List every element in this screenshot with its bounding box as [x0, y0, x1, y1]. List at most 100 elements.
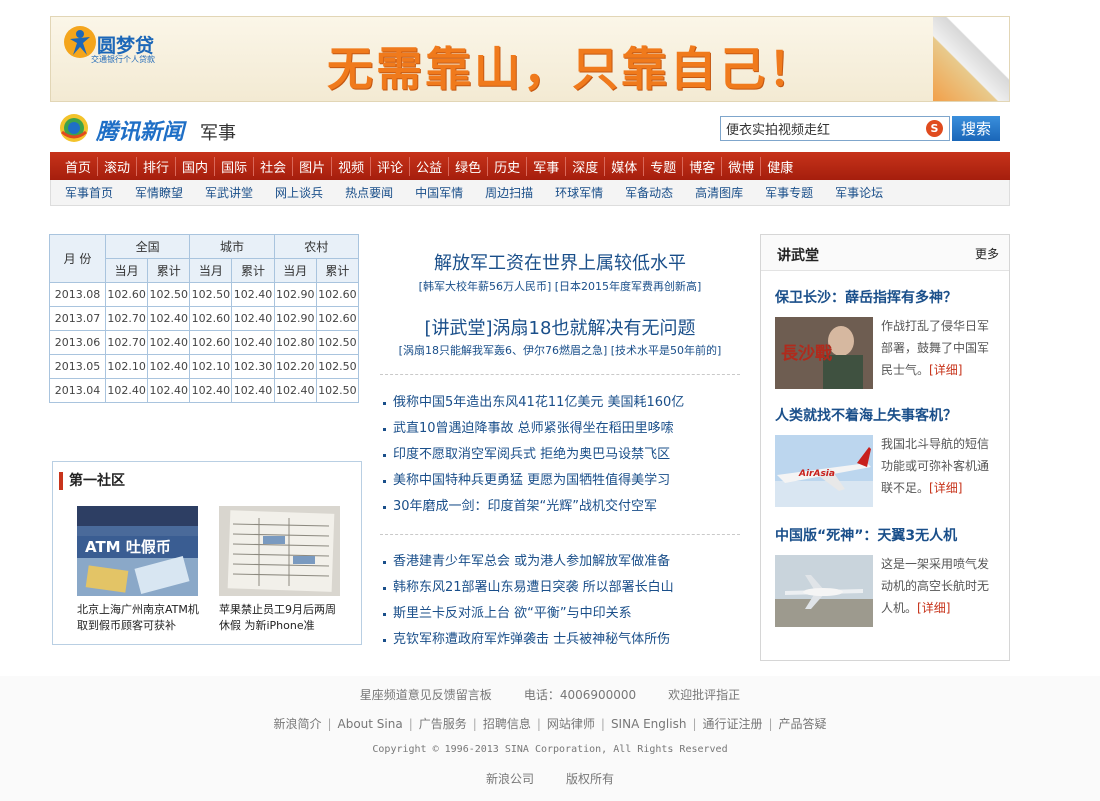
changsha-battle-thumb[interactable]: 長沙戰: [775, 317, 873, 389]
footer-link[interactable]: 通行证注册: [702, 717, 762, 731]
table-row: 2013.08 102.60 102.50 102.50 102.40 102.90 102…: [49, 282, 360, 307]
main-nav-item[interactable]: 专题: [643, 156, 682, 176]
main-nav-item[interactable]: 健康: [760, 156, 799, 176]
community-caption[interactable]: 北京上海广州南京ATM机取到假币顾客可获补: [77, 602, 203, 634]
news-item[interactable]: 武直10曾遇迫降事故 总师紧张得坐在稻田里哆嗦: [381, 416, 741, 442]
panel-header: 讲武堂 更多: [761, 235, 1009, 271]
divider: [380, 534, 740, 535]
side-item-title[interactable]: 中国版“死神”：天翼3无人机: [775, 525, 957, 545]
footer-link[interactable]: 新浪公司: [486, 772, 534, 786]
headline-1[interactable]: 解放军工资在世界上属较低水平: [380, 249, 740, 275]
footer-link[interactable]: 招聘信息: [483, 717, 531, 731]
news-item[interactable]: 斯里兰卡反对派上台 欲“平衡”与中印关系: [381, 601, 741, 627]
community-title[interactable]: 第一社区: [59, 472, 125, 490]
news-item[interactable]: 印度不愿取消空军阅兵式 拒绝为奥巴马设禁飞区: [381, 442, 741, 468]
footer: 星座频道意见反馈留言板 电话：4006900000 欢迎批评指正 新浪简介 | Abou…: [0, 676, 1100, 801]
airasia-plane-thumb[interactable]: AirAsia: [775, 435, 873, 507]
channel-name[interactable]: 军事: [200, 119, 236, 145]
main-nav-item[interactable]: 历史: [487, 156, 526, 176]
news-item[interactable]: 美称中国特种兵更勇猛 更愿为国牺牲值得美学习: [381, 468, 741, 494]
sub-nav-item[interactable]: 中国军情: [415, 184, 463, 201]
thumb-overlay-text: 長沙戰: [781, 343, 832, 364]
atm-counterfeit-photo[interactable]: ATM 吐假币: [77, 506, 198, 596]
side-item-title[interactable]: 人类就找不着海上失事客机？: [775, 405, 957, 425]
table-body: 2013.08 102.60 102.50 102.50 102.40 102.90 102…: [49, 282, 360, 403]
sub-nav-item[interactable]: 军武讲堂: [205, 184, 253, 201]
community-caption[interactable]: 苹果禁止员工9月后两周休假 为新iPhone准: [219, 602, 345, 634]
sub-nav-item[interactable]: 军事论坛: [835, 184, 883, 201]
sub-nav-item[interactable]: 热点要闻: [345, 184, 393, 201]
site-name[interactable]: 腾讯新闻: [96, 114, 184, 146]
main-nav-item[interactable]: 深度: [565, 156, 604, 176]
sub-nav-item[interactable]: 高清图库: [695, 184, 743, 201]
value-cell: 102.40: [273, 378, 317, 403]
main-nav-item[interactable]: 国内: [175, 156, 214, 176]
main-nav-item[interactable]: 微博: [721, 156, 760, 176]
banner-ad[interactable]: 圆梦贷 交通银行个人贷款 无需靠山，只靠自己！: [50, 16, 1010, 102]
value-cell: 102.50: [189, 282, 233, 307]
news-item[interactable]: 韩称东风21部署山东易遭日突袭 所以部署长白山: [381, 575, 741, 601]
main-nav-item[interactable]: 公益: [409, 156, 448, 176]
main-nav-item[interactable]: 媒体: [604, 156, 643, 176]
value-cell: 102.60: [189, 330, 233, 355]
headline-1-links[interactable]: [韩军大校年薪56万人民币] [日本2015年度军费再创新高]: [380, 278, 740, 294]
main-nav-item[interactable]: 博客: [682, 156, 721, 176]
main-nav-item[interactable]: 军事: [526, 156, 565, 176]
panel-title[interactable]: 讲武堂: [777, 245, 819, 265]
footer-link[interactable]: About Sina: [338, 717, 403, 731]
news-item[interactable]: 克钦军称遭政府军炸弹袭击 士兵被神秘气体所伤: [381, 627, 741, 653]
footer-link[interactable]: 欢迎批评指正: [668, 688, 740, 702]
apple-schedule-photo[interactable]: [219, 506, 340, 596]
photo-overlay-text: ATM 吐假币: [85, 538, 171, 556]
footer-link[interactable]: 版权所有: [566, 772, 614, 786]
headline-2[interactable]: [讲武堂]涡扇18也就解决有无问题: [380, 314, 740, 340]
main-nav-item[interactable]: 国际: [214, 156, 253, 176]
sub-nav-item[interactable]: 军情瞭望: [135, 184, 183, 201]
sub-header: 当月: [189, 258, 233, 283]
footer-link[interactable]: 网站律师: [547, 717, 595, 731]
main-nav-item[interactable]: 评论: [370, 156, 409, 176]
footer-link[interactable]: 产品答疑: [779, 717, 827, 731]
sub-nav-item[interactable]: 周边扫描: [485, 184, 533, 201]
main-nav-item[interactable]: 排行: [136, 156, 175, 176]
footer-link[interactable]: 星座频道意见反馈留言板: [360, 688, 492, 702]
community-box: 第一社区 ATM 吐假币 北京上海广州南京ATM机取到假币顾客可获补 苹果禁止员…: [52, 461, 362, 645]
main-nav-item[interactable]: 滚动: [97, 156, 136, 176]
news-item[interactable]: 俄称中国5年造出东风41花11亿美元 美国耗160亿: [381, 390, 741, 416]
search-box: S: [720, 116, 950, 141]
value-cell: 102.50: [315, 330, 360, 355]
sub-header: 当月: [104, 258, 149, 283]
sub-nav-item[interactable]: 网上谈兵: [275, 184, 323, 201]
main-nav-item[interactable]: 图片: [292, 156, 331, 176]
news-list-1: 俄称中国5年造出东风41花11亿美元 美国耗160亿 武直10曾遇迫降事故 总师紧…: [381, 390, 741, 520]
headline-2-links[interactable]: [涡扇18只能解我军轰6、伊尔76燃眉之急] [技术水平是50年前的]: [380, 342, 740, 358]
side-item-title[interactable]: 保卫长沙：薛岳指挥有多神？: [775, 287, 957, 307]
more-link[interactable]: 更多: [975, 245, 999, 262]
main-nav-item[interactable]: 视频: [331, 156, 370, 176]
footer-link[interactable]: SINA English: [611, 717, 687, 731]
news-item[interactable]: 香港建青少年军总会 或为港人参加解放军做准备: [381, 549, 741, 575]
main-nav-item[interactable]: 社会: [253, 156, 292, 176]
value-cell: 102.40: [147, 354, 191, 379]
news-item[interactable]: 30年磨成一剑：印度首架“光辉”战机交付空军: [381, 494, 741, 520]
search-button[interactable]: 搜索: [952, 116, 1000, 141]
value-cell: 102.50: [315, 354, 360, 379]
sogou-search-icon[interactable]: S: [926, 120, 943, 137]
detail-link[interactable]: [详细]: [929, 363, 962, 377]
detail-link[interactable]: [详细]: [917, 601, 950, 615]
footer-link[interactable]: 新浪简介: [273, 717, 321, 731]
main-nav: 首页 滚动 排行 国内 国际 社会 图片 视频 评论 公益 绿色 历史 军事 深度 媒体 专题 博客 微博 健康: [50, 152, 1010, 180]
sub-nav-item[interactable]: 军事专题: [765, 184, 813, 201]
main-nav-item[interactable]: 首页: [59, 157, 97, 176]
drone-thumb[interactable]: [775, 555, 873, 627]
sub-nav-item[interactable]: 军备动态: [625, 184, 673, 201]
value-cell: 102.60: [104, 282, 149, 307]
main-nav-item[interactable]: 绿色: [448, 156, 487, 176]
month-cell: 2013.04: [49, 378, 106, 403]
sub-nav-item[interactable]: 军事首页: [65, 184, 113, 201]
detail-link[interactable]: [详细]: [929, 481, 962, 495]
footer-link[interactable]: 电话：4006900000: [524, 688, 636, 702]
search-input[interactable]: [721, 117, 921, 140]
sub-nav-item[interactable]: 环球军情: [555, 184, 603, 201]
footer-link[interactable]: 广告服务: [419, 717, 467, 731]
